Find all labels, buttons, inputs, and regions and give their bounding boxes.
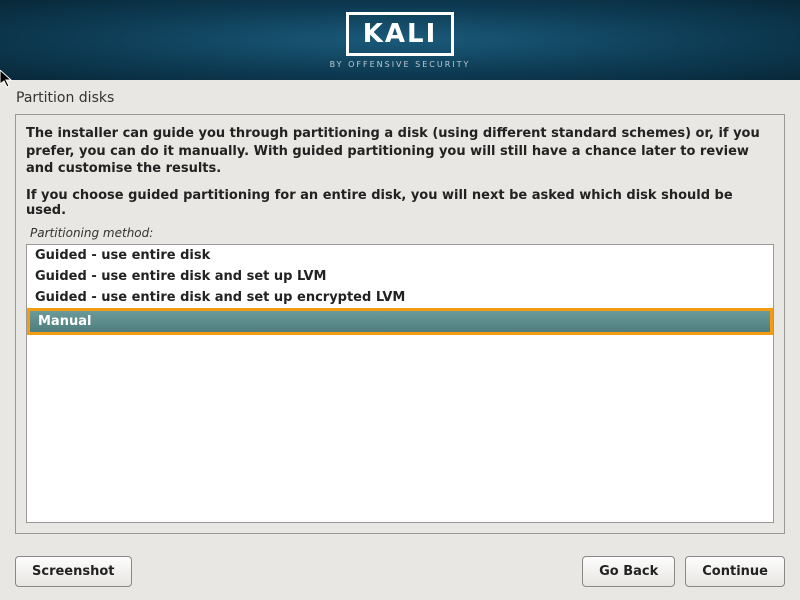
kali-logo: KALI BY OFFENSIVE SECURITY [330,12,471,69]
instructions-text-2: If you choose guided partitioning for an… [26,188,774,218]
option-manual[interactable]: Manual [27,308,773,335]
page-title: Partition disks [0,80,800,114]
content-panel: The installer can guide you through part… [15,114,785,534]
screenshot-button[interactable]: Screenshot [15,556,132,587]
option-guided-lvm[interactable]: Guided - use entire disk and set up LVM [27,266,773,287]
footer-bar: Screenshot Go Back Continue [0,542,800,600]
logo-text: KALI [346,12,455,56]
continue-button[interactable]: Continue [685,556,785,587]
option-manual-label: Manual [30,311,770,332]
logo-subtitle: BY OFFENSIVE SECURITY [330,60,471,69]
instructions-text: The installer can guide you through part… [26,125,774,178]
go-back-button[interactable]: Go Back [582,556,675,587]
footer-right-group: Go Back Continue [582,556,785,587]
partitioning-method-label: Partitioning method: [26,226,774,240]
partitioning-method-listbox[interactable]: Guided - use entire disk Guided - use en… [26,244,774,523]
option-guided-entire-disk[interactable]: Guided - use entire disk [27,245,773,266]
option-guided-encrypted-lvm[interactable]: Guided - use entire disk and set up encr… [27,287,773,308]
installer-header: KALI BY OFFENSIVE SECURITY [0,0,800,80]
